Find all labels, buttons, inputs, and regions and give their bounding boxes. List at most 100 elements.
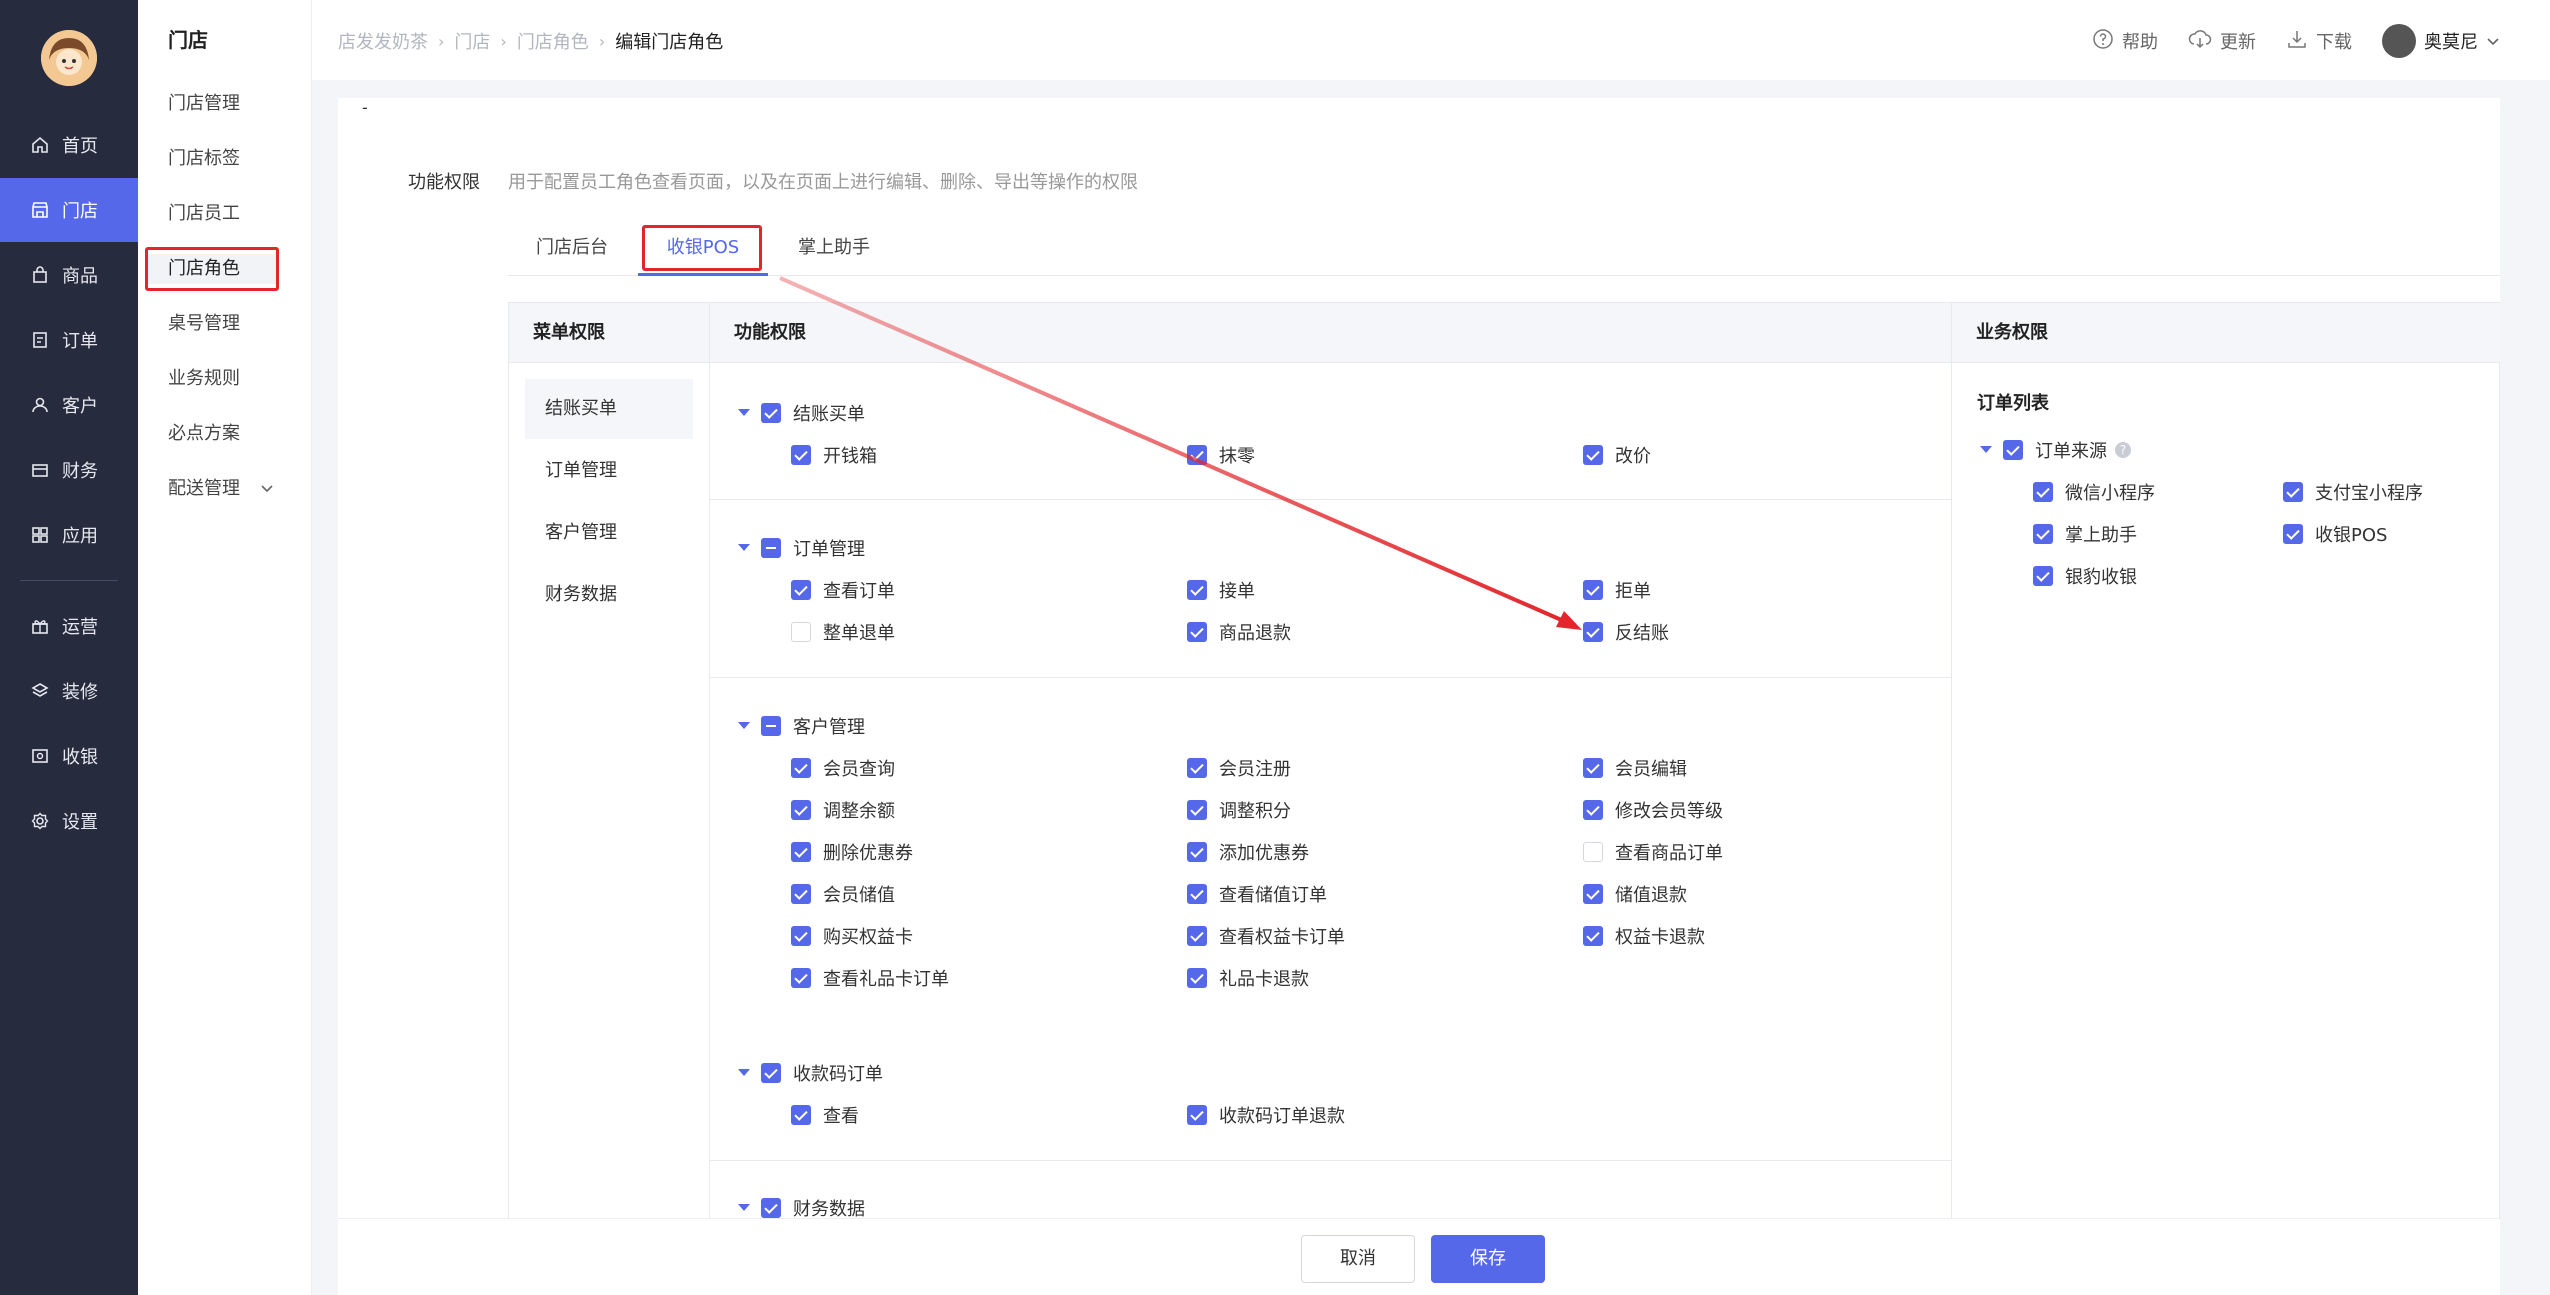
- checkbox-round-off[interactable]: 抹零: [1187, 442, 1255, 468]
- checkbox-benefit-refund[interactable]: 权益卡退款: [1583, 923, 1705, 949]
- checkbox-label: 整单退单: [823, 623, 895, 644]
- checkbox: [1187, 926, 1207, 946]
- subnav-item-must-order[interactable]: 必点方案: [168, 419, 240, 449]
- checkbox-qr-view[interactable]: 查看: [791, 1102, 859, 1128]
- nav-item-finance[interactable]: 财务: [0, 438, 138, 502]
- checkbox-cashier-pos[interactable]: 收银POS: [2283, 521, 2387, 547]
- nav-item-store[interactable]: 门店: [0, 178, 138, 242]
- checkbox-alipay-mini[interactable]: 支付宝小程序: [2283, 479, 2423, 505]
- breadcrumb-item[interactable]: 门店角色: [517, 28, 589, 54]
- checkbox-member-query[interactable]: 会员查询: [791, 755, 895, 781]
- checkbox-qr-refund[interactable]: 收款码订单退款: [1187, 1102, 1345, 1128]
- nav-label: 首页: [62, 136, 98, 157]
- group-checkbox-customers[interactable]: 客户管理: [761, 713, 865, 739]
- subnav-title: 门店: [168, 28, 208, 52]
- checkbox-full-refund[interactable]: 整单退单: [791, 619, 895, 645]
- download-button[interactable]: 下载: [2286, 28, 2352, 55]
- breadcrumb-item[interactable]: 店发发奶茶: [338, 28, 428, 54]
- biz-section-title: 订单列表: [1977, 393, 2049, 414]
- checkbox-member-level[interactable]: 修改会员等级: [1583, 797, 1723, 823]
- checkbox-buy-benefit-card[interactable]: 购买权益卡: [791, 923, 913, 949]
- checkbox-open-cashbox[interactable]: 开钱箱: [791, 442, 877, 468]
- checkbox-member-edit[interactable]: 会员编辑: [1583, 755, 1687, 781]
- checkbox-label: 掌上助手: [2065, 525, 2137, 546]
- save-button[interactable]: 保存: [1431, 1235, 1545, 1283]
- menu-item-checkout[interactable]: 结账买单: [525, 379, 693, 439]
- nav-item-operations[interactable]: 运营: [0, 594, 138, 658]
- checkbox-handheld[interactable]: 掌上助手: [2033, 521, 2137, 547]
- nav-item-settings[interactable]: 设置: [0, 789, 138, 853]
- caret-down-icon[interactable]: [738, 1069, 750, 1076]
- checkbox: [791, 622, 811, 642]
- checkbox-view-giftcard-orders[interactable]: 查看礼品卡订单: [791, 965, 949, 991]
- avatar[interactable]: [41, 30, 97, 86]
- group-checkbox-checkout[interactable]: 结账买单: [761, 400, 865, 426]
- checkbox-giftcard-refund[interactable]: 礼品卡退款: [1187, 965, 1309, 991]
- menu-item-customers[interactable]: 客户管理: [525, 503, 693, 563]
- help-icon[interactable]: ?: [2115, 442, 2131, 458]
- checkbox-item-refund[interactable]: 商品退款: [1187, 619, 1291, 645]
- checkbox: [1583, 926, 1603, 946]
- nav-item-goods[interactable]: 商品: [0, 243, 138, 307]
- subnav-item-table-numbers[interactable]: 桌号管理: [168, 309, 240, 339]
- checkbox-deposit-refund[interactable]: 储值退款: [1583, 881, 1687, 907]
- subnav-item-store-manage[interactable]: 门店管理: [168, 89, 240, 119]
- group-checkbox-orders[interactable]: 订单管理: [761, 535, 865, 561]
- nav-item-home[interactable]: 首页: [0, 113, 138, 177]
- caret-down-icon[interactable]: [738, 544, 750, 551]
- caret-down-icon[interactable]: [738, 409, 750, 416]
- group-checkbox-order-source[interactable]: 订单来源?: [2003, 437, 2131, 463]
- checkbox-label: 接单: [1219, 581, 1255, 602]
- cancel-button[interactable]: 取消: [1301, 1235, 1415, 1283]
- checkbox-view-deposit-orders[interactable]: 查看储值订单: [1187, 881, 1327, 907]
- perm-description: 用于配置员工角色查看页面，以及在页面上进行编辑、删除、导出等操作的权限: [508, 172, 1138, 193]
- help-button[interactable]: 帮助: [2092, 28, 2158, 55]
- subnav-item-business-rules[interactable]: 业务规则: [168, 364, 240, 394]
- nav-item-decoration[interactable]: 装修: [0, 659, 138, 723]
- caret-down-icon[interactable]: [738, 722, 750, 729]
- nav-item-apps[interactable]: 应用: [0, 503, 138, 567]
- checkbox: [791, 1105, 811, 1125]
- checkbox-reverse-checkout[interactable]: 反结账: [1583, 619, 1669, 645]
- checkbox-reject-order[interactable]: 拒单: [1583, 577, 1651, 603]
- checkbox-delete-coupon[interactable]: 删除优惠券: [791, 839, 913, 865]
- highlight-box-tab: [642, 225, 762, 271]
- nav-item-orders[interactable]: 订单: [0, 308, 138, 372]
- checkbox-member-register[interactable]: 会员注册: [1187, 755, 1291, 781]
- checkbox-member-deposit[interactable]: 会员储值: [791, 881, 895, 907]
- group-checkbox-finance[interactable]: 财务数据: [761, 1195, 865, 1218]
- breadcrumb-item[interactable]: 门店: [454, 28, 490, 54]
- checkbox-adjust-balance[interactable]: 调整余额: [791, 797, 895, 823]
- caret-down-icon[interactable]: [738, 1204, 750, 1211]
- caret-down-icon[interactable]: [1980, 446, 1992, 453]
- checkbox-label: 调整余额: [823, 801, 895, 822]
- tab-store-backend[interactable]: 门店后台: [508, 228, 636, 276]
- checkbox-adjust-points[interactable]: 调整积分: [1187, 797, 1291, 823]
- checkbox-view-orders[interactable]: 查看订单: [791, 577, 895, 603]
- subnav-item-store-staff[interactable]: 门店员工: [168, 199, 240, 229]
- checkbox: [2283, 524, 2303, 544]
- update-button[interactable]: 更新: [2188, 28, 2256, 55]
- user-menu[interactable]: 奥莫尼: [2382, 24, 2500, 58]
- nav-divider: [20, 580, 118, 581]
- checkbox-yinbao[interactable]: 银豹收银: [2033, 563, 2137, 589]
- tab-handheld-assistant[interactable]: 掌上助手: [770, 228, 898, 276]
- checkbox: [761, 538, 781, 558]
- subnav-item-store-tags[interactable]: 门店标签: [168, 144, 240, 174]
- checkbox-view-goods-orders[interactable]: 查看商品订单: [1583, 839, 1723, 865]
- chevron-down-icon: [260, 478, 274, 499]
- checkbox-view-benefit-orders[interactable]: 查看权益卡订单: [1187, 923, 1345, 949]
- nav-item-cashier[interactable]: 收银: [0, 724, 138, 788]
- menu-item-finance[interactable]: 财务数据: [525, 565, 693, 625]
- checkbox-label: 开钱箱: [823, 446, 877, 467]
- nav-item-customers[interactable]: 客户: [0, 373, 138, 437]
- checkbox-add-coupon[interactable]: 添加优惠券: [1187, 839, 1309, 865]
- checkbox-wechat-mini[interactable]: 微信小程序: [2033, 479, 2155, 505]
- menu-item-orders[interactable]: 订单管理: [525, 441, 693, 501]
- checkbox-accept-order[interactable]: 接单: [1187, 577, 1255, 603]
- nav-label: 装修: [62, 682, 98, 703]
- group-checkbox-qr-orders[interactable]: 收款码订单: [761, 1060, 883, 1086]
- subnav-item-delivery[interactable]: 配送管理: [168, 474, 274, 504]
- checkbox-change-price[interactable]: 改价: [1583, 442, 1651, 468]
- cashier-icon: [30, 746, 50, 766]
